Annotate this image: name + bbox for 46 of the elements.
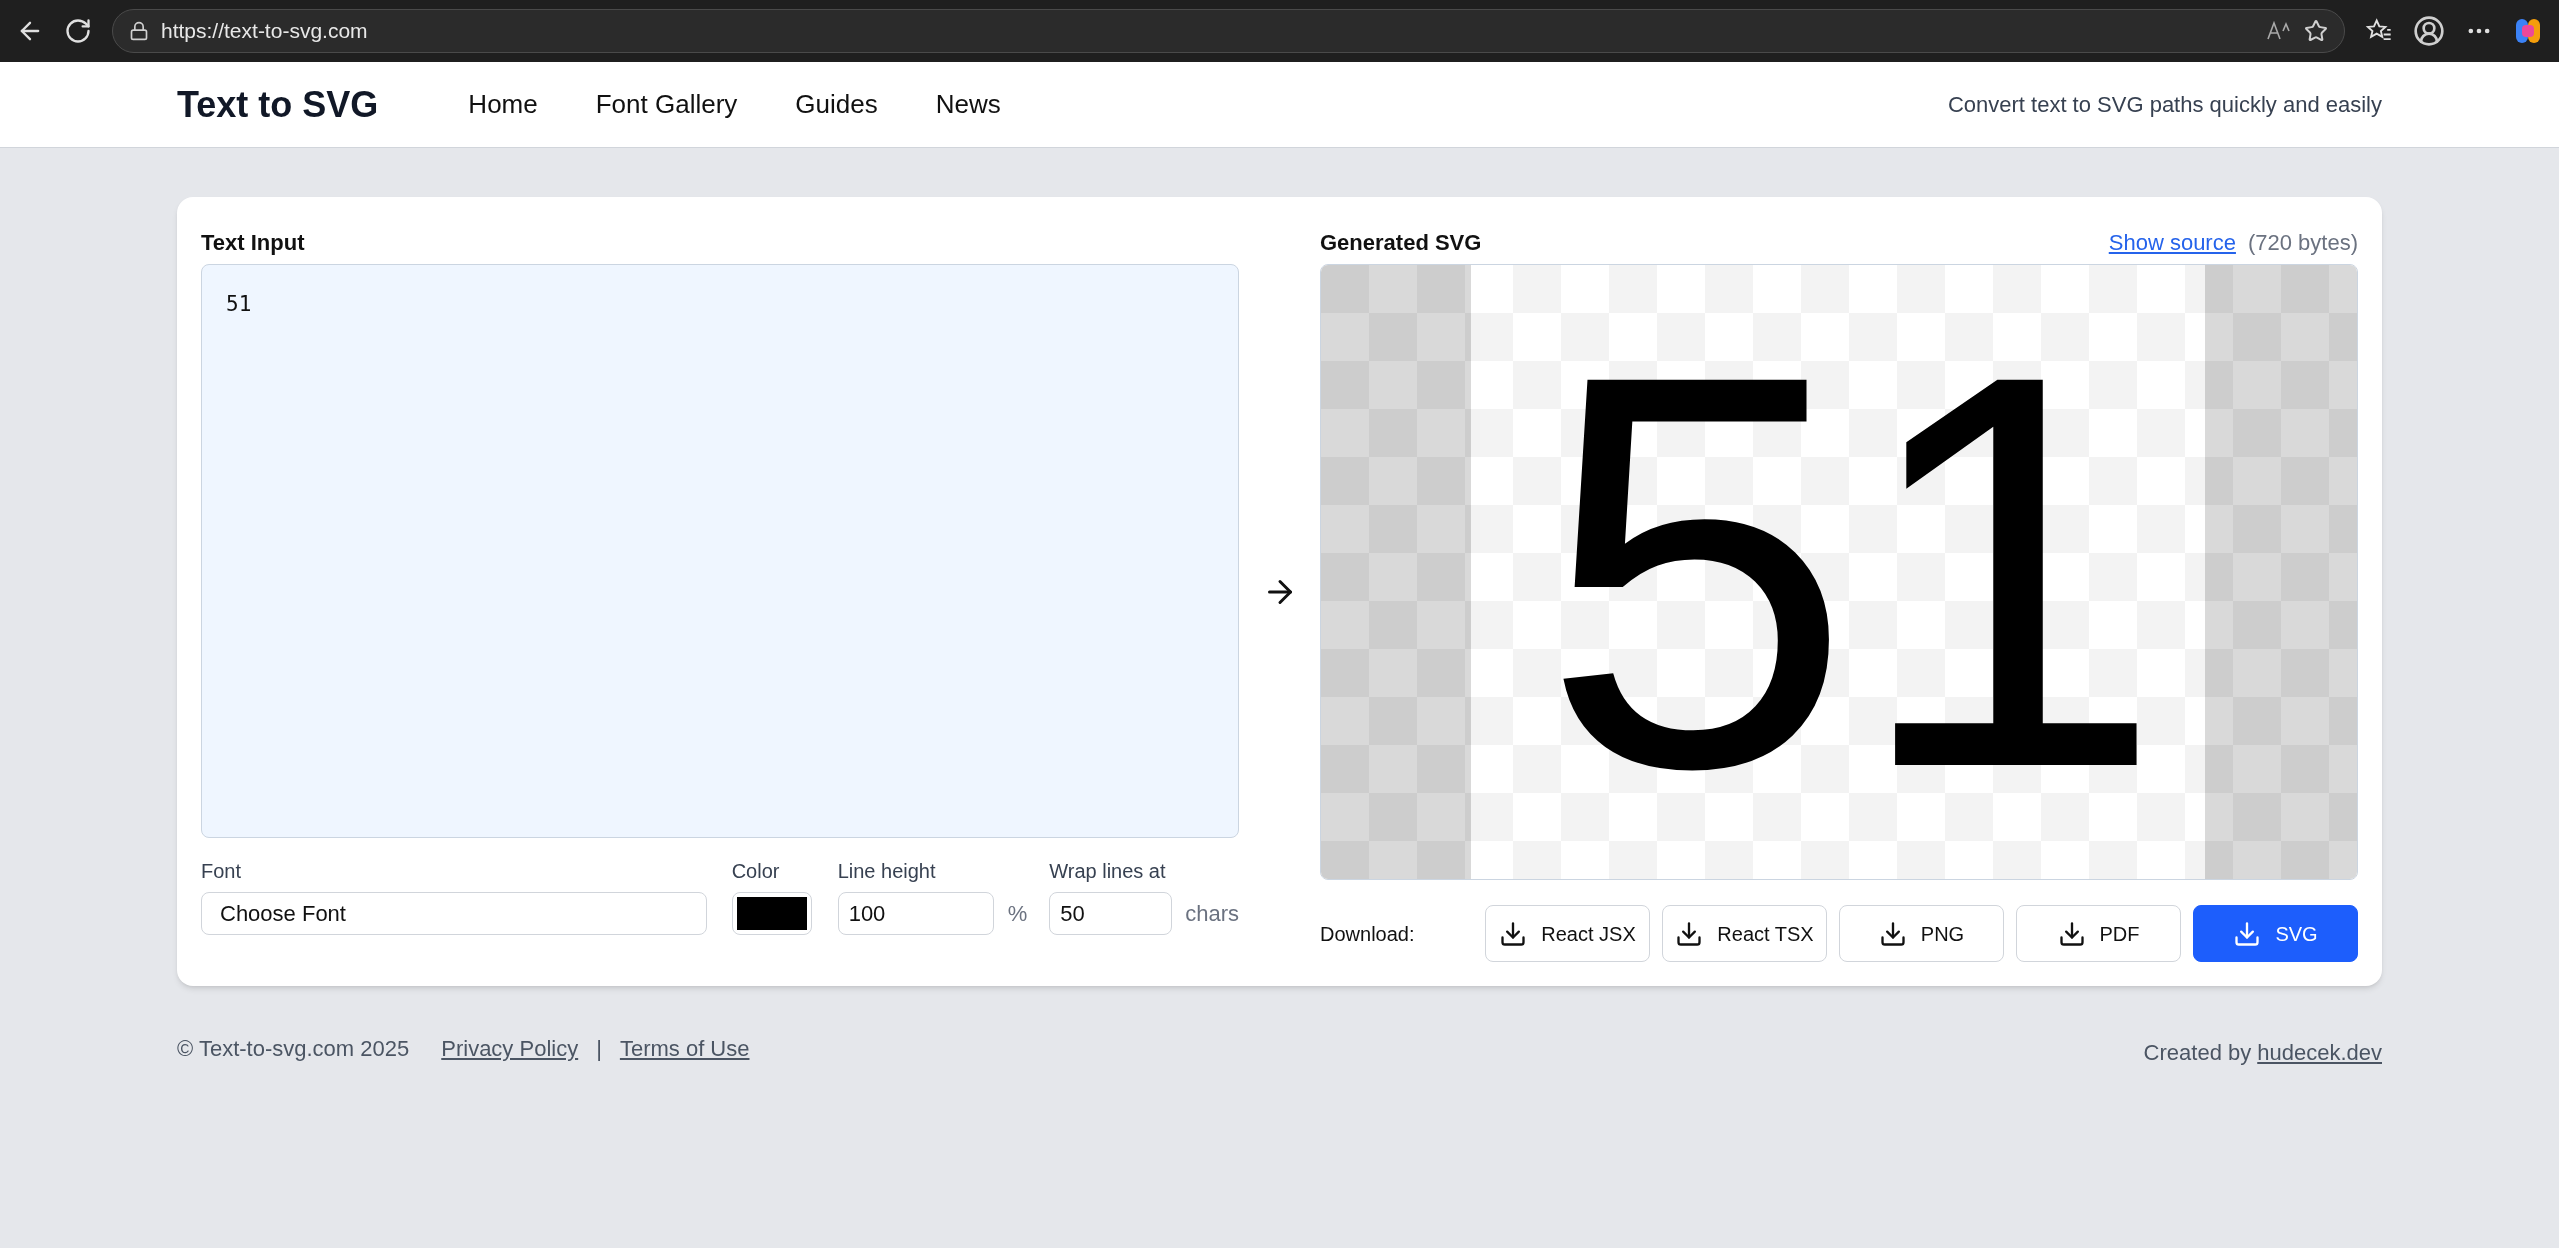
nav-link[interactable]: News [935, 85, 1001, 124]
download-button[interactable]: SVG [2193, 905, 2358, 962]
footer-link[interactable]: Terms of Use [619, 1032, 750, 1065]
field-label: Wrap lines at [1049, 859, 1167, 884]
download-icon [1878, 919, 1907, 948]
byte-size: (720 bytes) [2247, 229, 2358, 257]
text-input-area[interactable]: 51 [201, 264, 1239, 838]
assistant-logo-icon[interactable] [2513, 16, 2543, 46]
address-bar[interactable]: https://text-to-svg.com [112, 9, 2345, 53]
field-label: Font [201, 859, 243, 884]
download-button[interactable]: PDF [2016, 905, 2181, 962]
download-button[interactable]: PNG [1839, 905, 2004, 962]
preview-text: 51 [1541, 265, 2164, 879]
download-icon [2233, 919, 2262, 948]
copyright-text: © Text-to-svg.com 2025 [177, 1035, 410, 1063]
download-button[interactable]: React JSX [1485, 905, 1650, 962]
site-logo[interactable]: Text to SVG [177, 77, 379, 132]
field-label: Line height [837, 859, 937, 884]
show-source-link[interactable]: Show source [2108, 226, 2236, 259]
wrap-field[interactable]: 50 [1049, 892, 1173, 935]
download-label: Download: [1320, 921, 1416, 947]
panel-title: Text Input [201, 229, 306, 257]
lock-icon[interactable] [129, 21, 149, 41]
tagline: Convert text to SVG paths quickly and easily [1947, 91, 2382, 119]
download-button[interactable]: React TSX [1662, 905, 1827, 962]
nav-link[interactable]: Home [468, 85, 538, 124]
download-icon [1499, 919, 1528, 948]
download-icon [1675, 919, 1704, 948]
credit-link[interactable]: hudecek.dev [2257, 1036, 2382, 1069]
url-text[interactable]: https://text-to-svg.com [161, 15, 2254, 47]
unit-label: % [1007, 900, 1028, 928]
font-select-field[interactable]: Choose Font [201, 892, 707, 935]
line-height-field[interactable]: 100 [837, 892, 994, 935]
unit-label: chars [1185, 900, 1239, 928]
refresh-icon[interactable] [64, 17, 92, 45]
footer-link[interactable]: Privacy Policy [441, 1032, 579, 1065]
nav-link[interactable]: Font Gallery [595, 85, 738, 124]
link-separator: | [596, 1035, 602, 1063]
panel-title: Generated SVG [1320, 229, 1483, 257]
read-aloud-icon[interactable] [2266, 20, 2292, 42]
nav-link[interactable]: Guides [795, 85, 878, 124]
profile-avatar-icon[interactable] [2413, 15, 2445, 47]
credit-text: Created by [2143, 1039, 2252, 1067]
download-icon [2057, 919, 2086, 948]
favorite-star-icon[interactable] [2304, 19, 2328, 43]
field-label: Color [731, 859, 781, 884]
